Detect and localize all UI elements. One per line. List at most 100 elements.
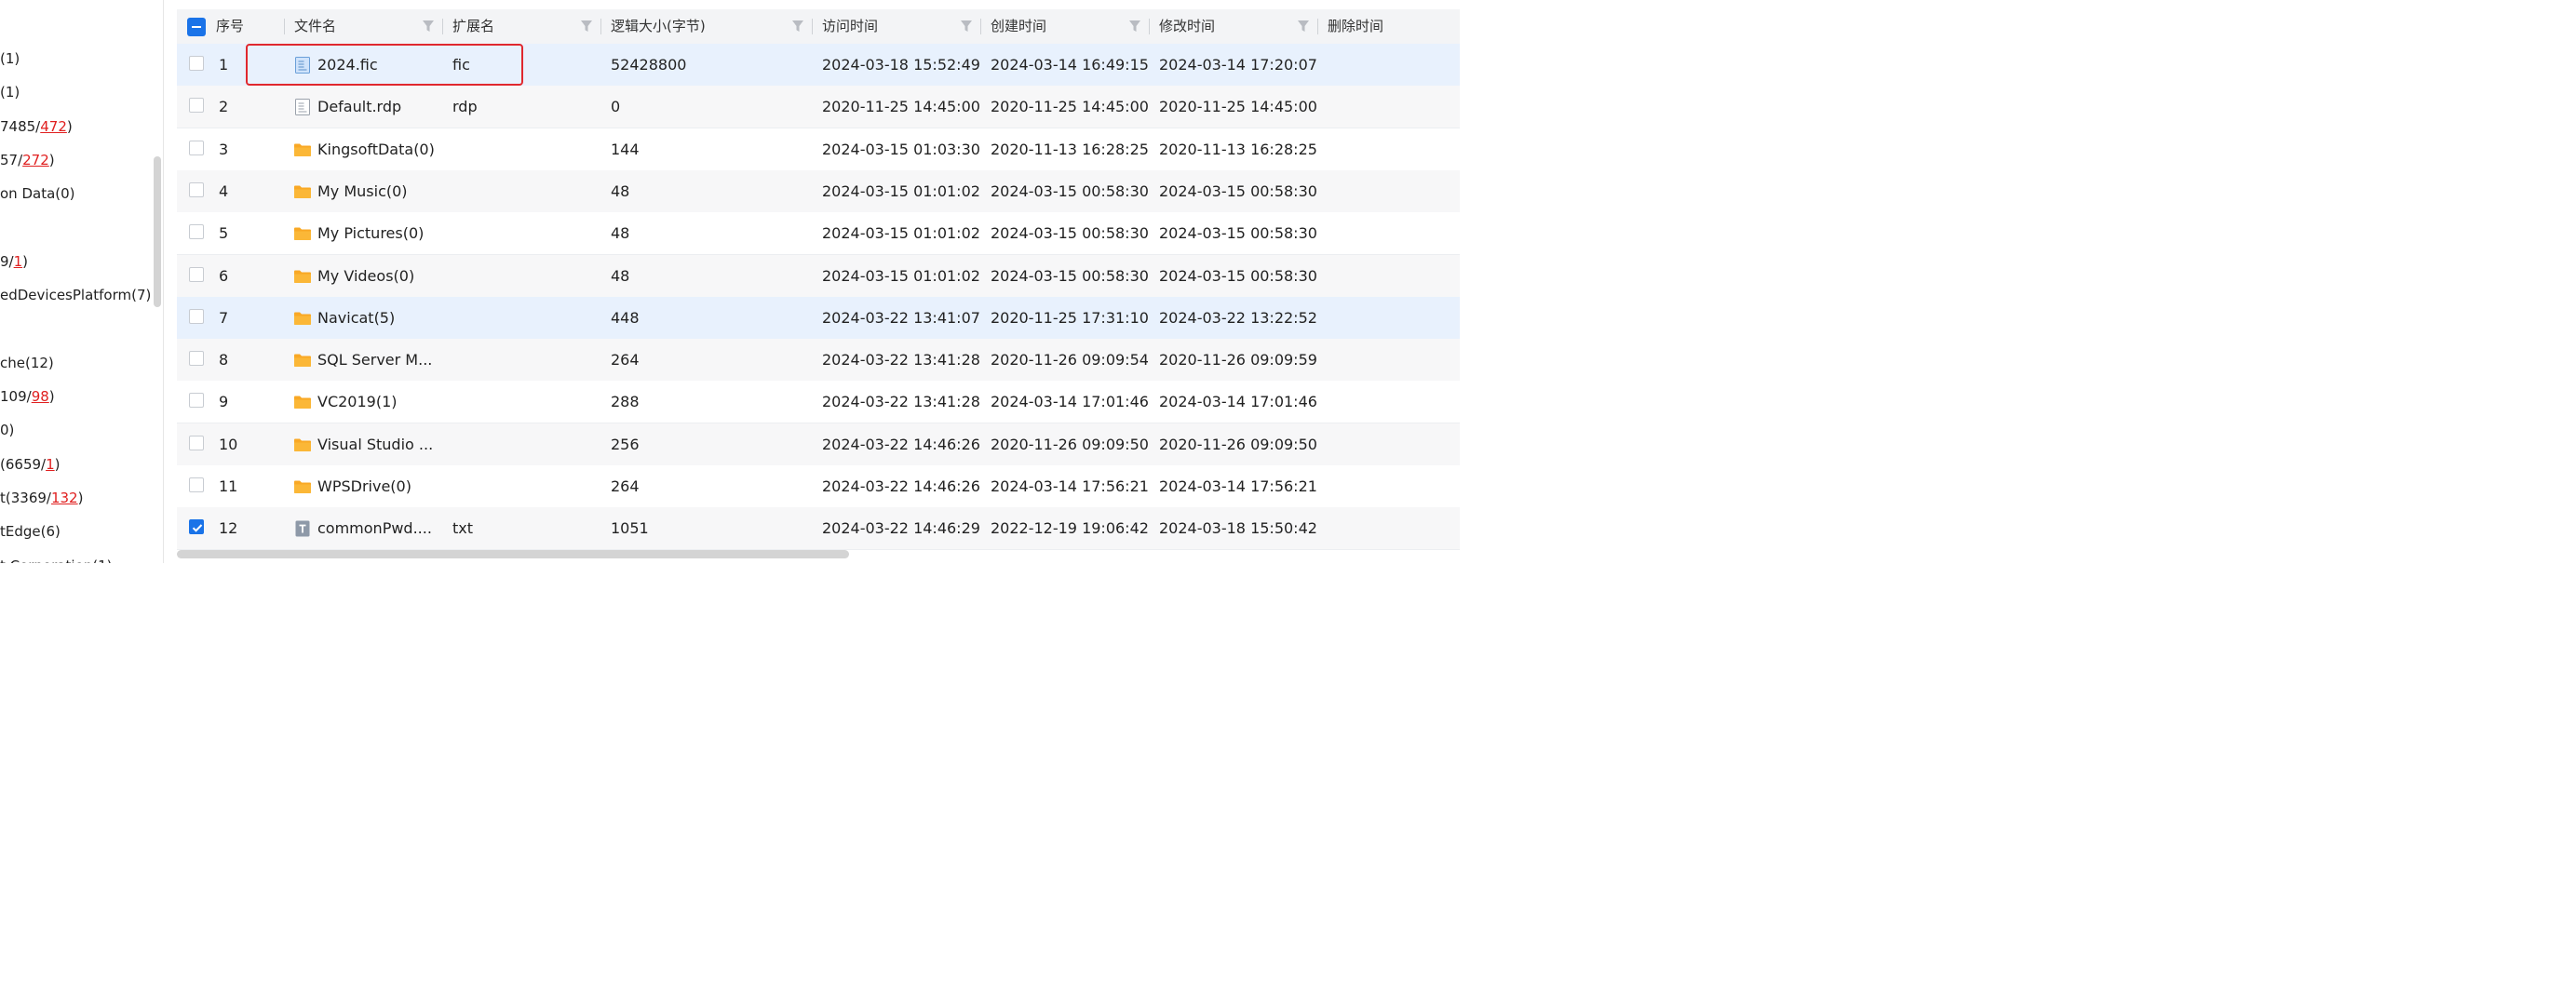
cell-accessed-time: 2024-03-15 01:01:02 xyxy=(822,224,980,243)
cell-filename: Default.rdp xyxy=(317,98,402,116)
filter-icon[interactable] xyxy=(791,19,804,34)
row-checkbox[interactable] xyxy=(189,393,204,409)
tree-item[interactable]: edDevicesPlatform(7) xyxy=(0,286,151,304)
tree-item[interactable]: (1) xyxy=(0,49,20,68)
table-row[interactable]: 1 2024.fic fic 52428800 2024-03-18 15:52:49 2… xyxy=(177,44,1460,87)
row-checkbox[interactable] xyxy=(189,308,204,324)
table-row[interactable]: 8 SQL Server M... 264 2024-03-22 13:41:28 20… xyxy=(177,339,1460,383)
tree-item-label: on Data(0) xyxy=(0,185,75,203)
tree-item[interactable]: t Corporation(1) xyxy=(0,557,113,564)
table-row[interactable]: 4 My Music(0) 48 2024-03-15 01:01:02 2024-03… xyxy=(177,169,1460,213)
cell-created-time: 2024-03-15 00:58:30 xyxy=(991,181,1149,200)
tree-item-deleted-count[interactable]: 98 xyxy=(32,388,49,405)
table-row[interactable]: 5 My Pictures(0) 48 2024-03-15 01:01:02 2024… xyxy=(177,212,1460,256)
cell-modified-time: 2020-11-13 16:28:25 xyxy=(1159,140,1317,158)
column-resizer[interactable] xyxy=(442,19,443,34)
tree-item-deleted-count[interactable]: 132 xyxy=(51,490,78,506)
cell-filename: My Pictures(0) xyxy=(317,224,425,243)
column-resizer[interactable] xyxy=(980,19,981,34)
document-icon xyxy=(293,98,312,116)
table-row[interactable]: 3 KingsoftData(0) 144 2024-03-15 01:03:30 20… xyxy=(177,128,1460,171)
cell-index: 8 xyxy=(219,351,229,369)
table-row[interactable]: 11 WPSDrive(0) 264 2024-03-22 14:46:26 2024-… xyxy=(177,465,1460,508)
row-checkbox[interactable] xyxy=(189,56,204,71)
tree-item-suffix: ) xyxy=(66,117,73,135)
cell-accessed-time: 2024-03-22 14:46:29 xyxy=(822,519,980,538)
tree-item-deleted-count[interactable]: 472 xyxy=(40,118,67,135)
tree-item[interactable]: 0) xyxy=(0,421,14,439)
tree-item[interactable]: (6659/1) xyxy=(0,455,61,474)
column-resizer[interactable] xyxy=(1149,19,1150,34)
select-all-checkbox[interactable] xyxy=(187,18,206,36)
table-row[interactable]: 6 My Videos(0) 48 2024-03-15 01:01:02 2024-0… xyxy=(177,254,1460,298)
row-checkbox[interactable] xyxy=(189,519,204,535)
folder-icon xyxy=(293,436,312,454)
tree-item-suffix: ) xyxy=(54,455,61,473)
column-resizer[interactable] xyxy=(600,19,601,34)
filter-icon[interactable] xyxy=(1128,19,1141,34)
cell-created-time: 2024-03-14 16:49:15 xyxy=(991,56,1149,74)
row-checkbox[interactable] xyxy=(189,98,204,114)
tree-item[interactable]: 109/98) xyxy=(0,387,55,406)
cell-accessed-time: 2024-03-15 01:01:02 xyxy=(822,181,980,200)
cell-filename: commonPwd.... xyxy=(317,519,432,538)
row-checkbox[interactable] xyxy=(189,181,204,197)
tree-item[interactable]: 7485/472) xyxy=(0,117,73,136)
cell-filename: SQL Server M... xyxy=(317,351,433,369)
row-checkbox[interactable] xyxy=(189,224,204,240)
filter-icon[interactable] xyxy=(1297,19,1310,34)
table-row[interactable]: 12 commonPwd.... txt 1051 2024-03-22 14:46:2… xyxy=(177,507,1460,551)
tree-item[interactable]: t(3369/132) xyxy=(0,489,83,507)
column-header-index[interactable]: 序号 xyxy=(216,9,244,44)
cell-filename: KingsoftData(0) xyxy=(317,140,435,158)
tree-scrollbar[interactable] xyxy=(154,156,161,307)
filter-icon[interactable] xyxy=(580,19,593,34)
tree-item-label: t(3369/ xyxy=(0,489,51,506)
cell-created-time: 2022-12-19 19:06:42 xyxy=(991,519,1149,538)
tree-item[interactable]: 57/272) xyxy=(0,151,55,169)
column-header-deleted[interactable]: 删除时间 xyxy=(1328,9,1383,44)
tree-item[interactable]: (1) xyxy=(0,83,20,101)
table-row[interactable]: 9 VC2019(1) 288 2024-03-22 13:41:28 2024-03-… xyxy=(177,381,1460,424)
row-checkbox[interactable] xyxy=(189,435,204,450)
tree-item[interactable]: on Data(0) xyxy=(0,184,75,203)
table-row[interactable]: 10 Visual Studio ... 256 2024-03-22 14:46:2… xyxy=(177,423,1460,466)
cell-filename: Navicat(5) xyxy=(317,308,396,327)
column-header-created[interactable]: 创建时间 xyxy=(991,9,1046,44)
tree-item-suffix: ) xyxy=(77,489,84,506)
tree-item-deleted-count[interactable]: 1 xyxy=(46,456,55,473)
tree-item-deleted-count[interactable]: 1 xyxy=(14,253,23,270)
horizontal-scrollbar[interactable] xyxy=(177,550,849,558)
table-row[interactable]: 7 Navicat(5) 448 2024-03-22 13:41:07 2020-11… xyxy=(177,296,1460,340)
cell-size: 256 xyxy=(611,435,640,453)
column-resizer[interactable] xyxy=(1317,19,1318,34)
cell-filename: My Videos(0) xyxy=(317,266,415,285)
tree-item[interactable]: 9/1) xyxy=(0,252,28,271)
filter-icon[interactable] xyxy=(960,19,973,34)
cell-index: 1 xyxy=(219,56,229,74)
column-resizer[interactable] xyxy=(812,19,813,34)
column-header-size[interactable]: 逻辑大小(字节) xyxy=(611,9,706,44)
folder-icon xyxy=(293,141,312,159)
column-header-modified[interactable]: 修改时间 xyxy=(1159,9,1215,44)
filter-icon[interactable] xyxy=(422,19,435,34)
column-header-accessed[interactable]: 访问时间 xyxy=(822,9,878,44)
tree-item-deleted-count[interactable]: 272 xyxy=(22,152,49,168)
tree-item-suffix: ) xyxy=(48,388,55,405)
folder-icon xyxy=(293,309,312,328)
tree-item-label: 9/ xyxy=(0,252,14,270)
table-row[interactable]: 2 Default.rdp rdp 0 2020-11-25 14:45:00 2020-… xyxy=(177,86,1460,129)
row-checkbox[interactable] xyxy=(189,477,204,492)
row-checkbox[interactable] xyxy=(189,140,204,155)
row-checkbox[interactable] xyxy=(189,351,204,367)
row-checkbox[interactable] xyxy=(189,266,204,282)
panel-divider[interactable] xyxy=(163,0,164,563)
cell-filename: VC2019(1) xyxy=(317,393,398,411)
column-header-ext[interactable]: 扩展名 xyxy=(452,9,494,44)
cell-modified-time: 2024-03-15 00:58:30 xyxy=(1159,224,1317,243)
cell-index: 7 xyxy=(219,308,229,327)
tree-item[interactable]: tEdge(6) xyxy=(0,522,61,541)
tree-item[interactable]: che(12) xyxy=(0,354,54,372)
column-resizer[interactable] xyxy=(284,19,285,34)
column-header-name[interactable]: 文件名 xyxy=(294,9,336,44)
